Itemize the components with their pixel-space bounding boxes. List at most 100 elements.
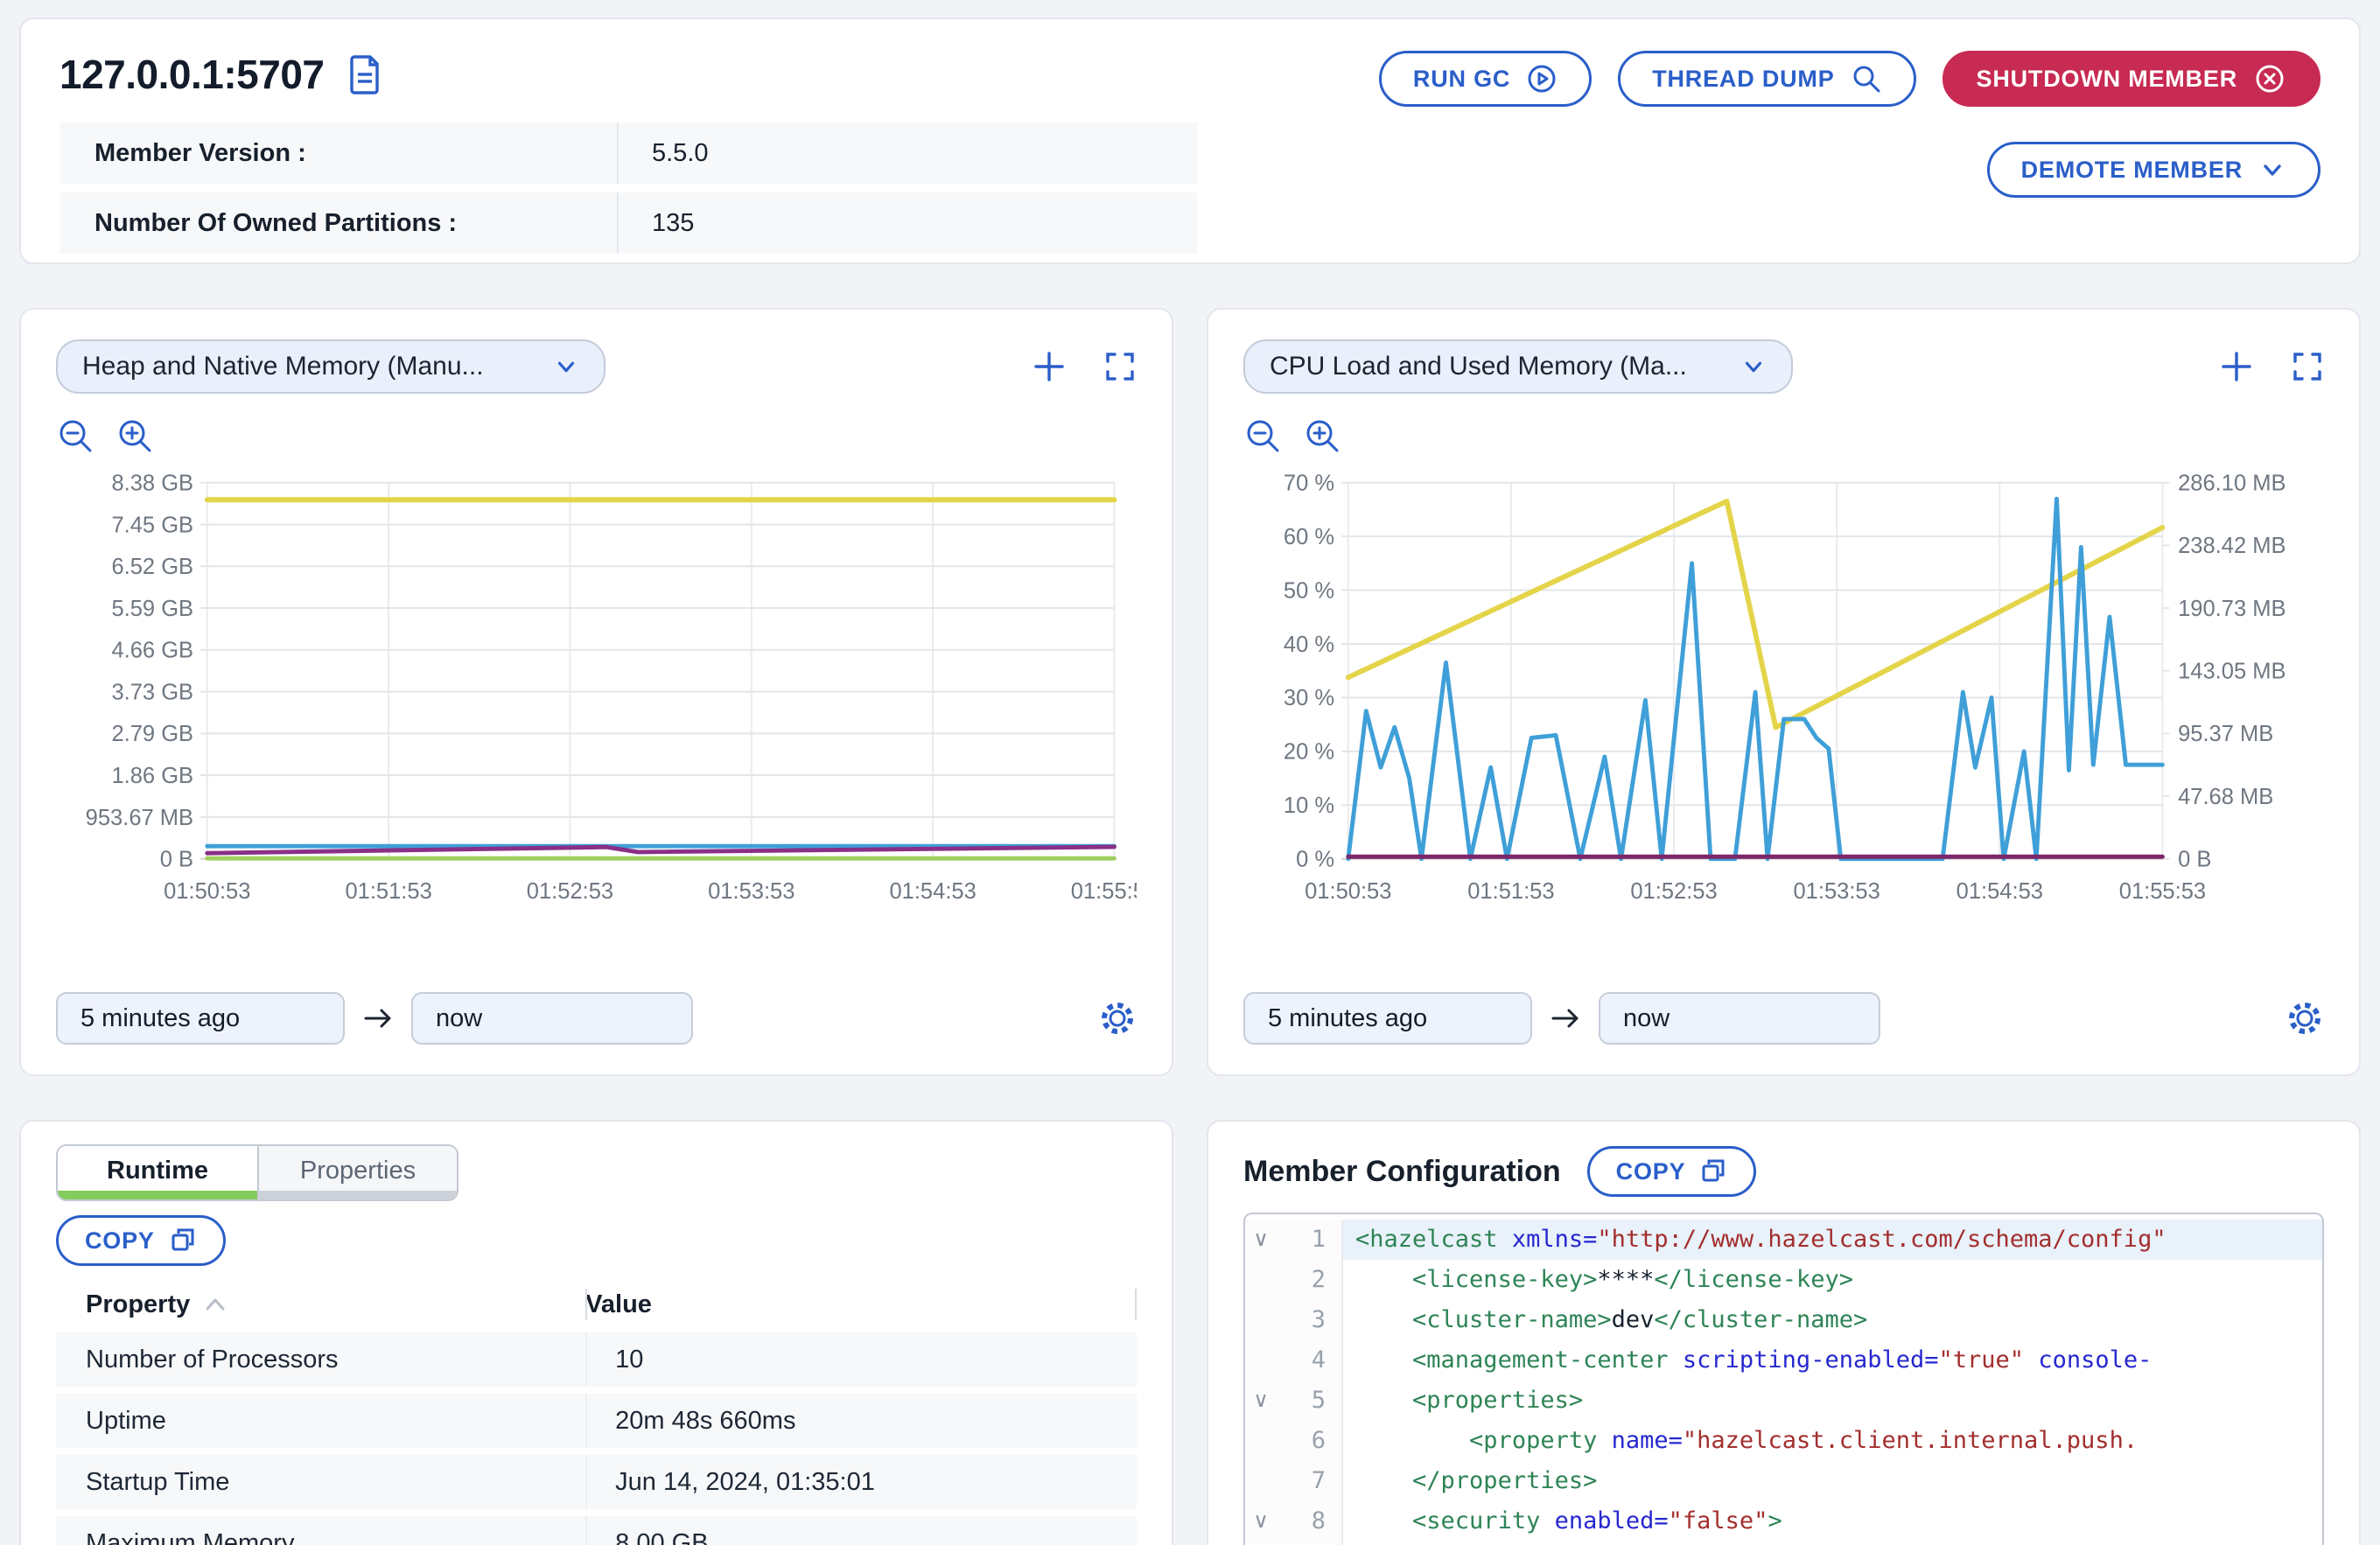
copy-config-button[interactable]: COPY	[1587, 1146, 1757, 1197]
svg-text:6.52 GB: 6.52 GB	[111, 555, 193, 579]
line-number: 4	[1277, 1340, 1341, 1381]
cpu-memory-chart-card: CPU Load and Used Memory (Ma...	[1207, 308, 2361, 1076]
svg-text:0 %: 0 %	[1296, 848, 1334, 872]
fold-toggle-icon[interactable]: ∨	[1245, 1381, 1277, 1421]
member-header-card: 127.0.0.1:5707 Member Version :5.5.0Numb…	[19, 17, 2361, 264]
cell-property: Startup Time	[56, 1468, 585, 1497]
gear-icon[interactable]	[1098, 999, 1137, 1038]
code-text: <client-block-unmapped-actions>true</cli…	[1343, 1542, 2322, 1545]
svg-text:0 B: 0 B	[160, 848, 193, 872]
cpu-memory-line-chart[interactable]: 01:50:5301:51:5301:52:5301:53:5301:54:53…	[1243, 469, 2324, 915]
code-text: <property name="hazelcast.client.interna…	[1343, 1421, 2322, 1461]
cell-property: Uptime	[56, 1407, 585, 1436]
zoom-out-icon[interactable]	[56, 416, 96, 457]
config-code-editor[interactable]: ∨1<hazelcast xmlns="http://www.hazelcast…	[1243, 1213, 2324, 1545]
tab-properties[interactable]: Properties	[257, 1146, 457, 1199]
table-row: Maximum Memory8.00 GB	[56, 1516, 1137, 1545]
code-text: <management-center scripting-enabled="tr…	[1343, 1340, 2322, 1381]
line-number: 7	[1277, 1461, 1341, 1501]
fold-toggle-icon[interactable]: ∨	[1245, 1501, 1277, 1542]
sort-ascending-icon	[204, 1297, 227, 1312]
chevron-down-icon	[1740, 353, 1767, 380]
code-line[interactable]: 3 <cluster-name>dev</cluster-name>	[1245, 1300, 2322, 1340]
play-circle-icon	[1526, 63, 1558, 94]
fold-toggle-icon[interactable]: ∨	[1245, 1220, 1277, 1260]
tab-runtime[interactable]: Runtime	[58, 1146, 257, 1199]
runtime-tabs: Runtime Properties	[56, 1144, 458, 1201]
line-number: 1	[1277, 1220, 1341, 1260]
svg-text:95.37 MB: 95.37 MB	[2178, 722, 2273, 746]
svg-text:30 %: 30 %	[1284, 686, 1334, 710]
code-text: <security enabled="false">	[1343, 1501, 2322, 1542]
run-gc-button[interactable]: RUN GC	[1379, 51, 1592, 107]
info-value: 5.5.0	[617, 139, 709, 168]
svg-text:01:52:53: 01:52:53	[1630, 879, 1717, 904]
info-label: Number Of Owned Partitions :	[60, 209, 617, 238]
table-row: Number of Processors10	[56, 1332, 1137, 1387]
code-line[interactable]: 9 <client-block-unmapped-actions>true</c…	[1245, 1542, 2322, 1545]
svg-text:47.68 MB: 47.68 MB	[2178, 785, 2273, 809]
code-line[interactable]: ∨5 <properties>	[1245, 1381, 2322, 1421]
svg-text:143.05 MB: 143.05 MB	[2178, 660, 2286, 684]
metric-selector[interactable]: CPU Load and Used Memory (Ma...	[1243, 339, 1793, 394]
metric-selector[interactable]: Heap and Native Memory (Manu...	[56, 339, 606, 394]
svg-text:01:55:53: 01:55:53	[1071, 879, 1137, 904]
svg-text:2.79 GB: 2.79 GB	[111, 722, 193, 746]
code-line[interactable]: 6 <property name="hazelcast.client.inter…	[1245, 1421, 2322, 1461]
shutdown-member-button[interactable]: SHUTDOWN MEMBER	[1942, 51, 2320, 107]
copy-icon	[169, 1227, 197, 1255]
info-label: Member Version :	[60, 139, 617, 168]
arrow-right-icon	[362, 1003, 394, 1034]
time-range-from-input[interactable]: 5 minutes ago	[1243, 992, 1532, 1045]
time-range-from-input[interactable]: 5 minutes ago	[56, 992, 345, 1045]
cell-value: 8.00 GB	[585, 1529, 708, 1545]
zoom-in-icon[interactable]	[116, 416, 156, 457]
fullscreen-icon[interactable]	[1103, 350, 1137, 383]
heap-memory-line-chart[interactable]: 01:50:5301:51:5301:52:5301:53:5301:54:53…	[56, 469, 1137, 915]
member-actions: RUN GC THREAD DUMP SHUTDOWN MEMBER	[1379, 51, 2320, 245]
copy-runtime-button[interactable]: COPY	[56, 1215, 226, 1266]
heap-memory-chart-card: Heap and Native Memory (Manu...	[19, 308, 1173, 1076]
svg-text:40 %: 40 %	[1284, 633, 1334, 657]
code-line[interactable]: 7 </properties>	[1245, 1461, 2322, 1501]
svg-text:01:54:53: 01:54:53	[1956, 879, 2043, 904]
thread-dump-button[interactable]: THREAD DUMP	[1618, 51, 1915, 107]
code-line[interactable]: 4 <management-center scripting-enabled="…	[1245, 1340, 2322, 1381]
time-range-to-input[interactable]: now	[1599, 992, 1880, 1045]
zoom-out-icon[interactable]	[1243, 416, 1284, 457]
svg-text:953.67 MB: 953.67 MB	[86, 806, 193, 830]
code-line[interactable]: ∨8 <security enabled="false">	[1245, 1501, 2322, 1542]
member-summary: 127.0.0.1:5707 Member Version :5.5.0Numb…	[60, 51, 1197, 245]
line-number: 9	[1277, 1542, 1341, 1545]
svg-text:01:50:53: 01:50:53	[164, 879, 250, 904]
cell-property: Number of Processors	[56, 1346, 585, 1374]
zoom-in-icon[interactable]	[1303, 416, 1343, 457]
document-icon[interactable]	[346, 53, 384, 95]
copy-icon	[1699, 1157, 1727, 1185]
chevron-down-icon	[2258, 156, 2286, 184]
svg-text:01:55:53: 01:55:53	[2119, 879, 2206, 904]
demote-member-button[interactable]: DEMOTE MEMBER	[1987, 142, 2320, 198]
code-line[interactable]: ∨1<hazelcast xmlns="http://www.hazelcast…	[1245, 1220, 2322, 1260]
svg-text:238.42 MB: 238.42 MB	[2178, 534, 2286, 558]
column-header-property[interactable]: Property	[56, 1290, 585, 1319]
code-text: <license-key>****</license-key>	[1343, 1260, 2322, 1300]
cell-value: Jun 14, 2024, 01:35:01	[585, 1468, 875, 1497]
svg-text:50 %: 50 %	[1284, 578, 1334, 603]
chevron-down-icon	[553, 353, 579, 380]
gear-icon[interactable]	[2286, 999, 2324, 1038]
svg-text:01:51:53: 01:51:53	[345, 879, 431, 904]
svg-text:7.45 GB: 7.45 GB	[111, 513, 193, 537]
svg-text:5.59 GB: 5.59 GB	[111, 597, 193, 621]
svg-text:01:50:53: 01:50:53	[1305, 879, 1391, 904]
svg-text:01:53:53: 01:53:53	[708, 879, 794, 904]
code-line[interactable]: 2 <license-key>****</license-key>	[1245, 1260, 2322, 1300]
svg-text:1.86 GB: 1.86 GB	[111, 764, 193, 788]
cell-value: 10	[585, 1346, 643, 1374]
add-chart-icon[interactable]	[2219, 349, 2254, 384]
time-range-to-input[interactable]: now	[411, 992, 693, 1045]
add-chart-icon[interactable]	[1032, 349, 1067, 384]
code-text: <hazelcast xmlns="http://www.hazelcast.c…	[1343, 1220, 2322, 1260]
svg-text:20 %: 20 %	[1284, 740, 1334, 765]
fullscreen-icon[interactable]	[2291, 350, 2324, 383]
